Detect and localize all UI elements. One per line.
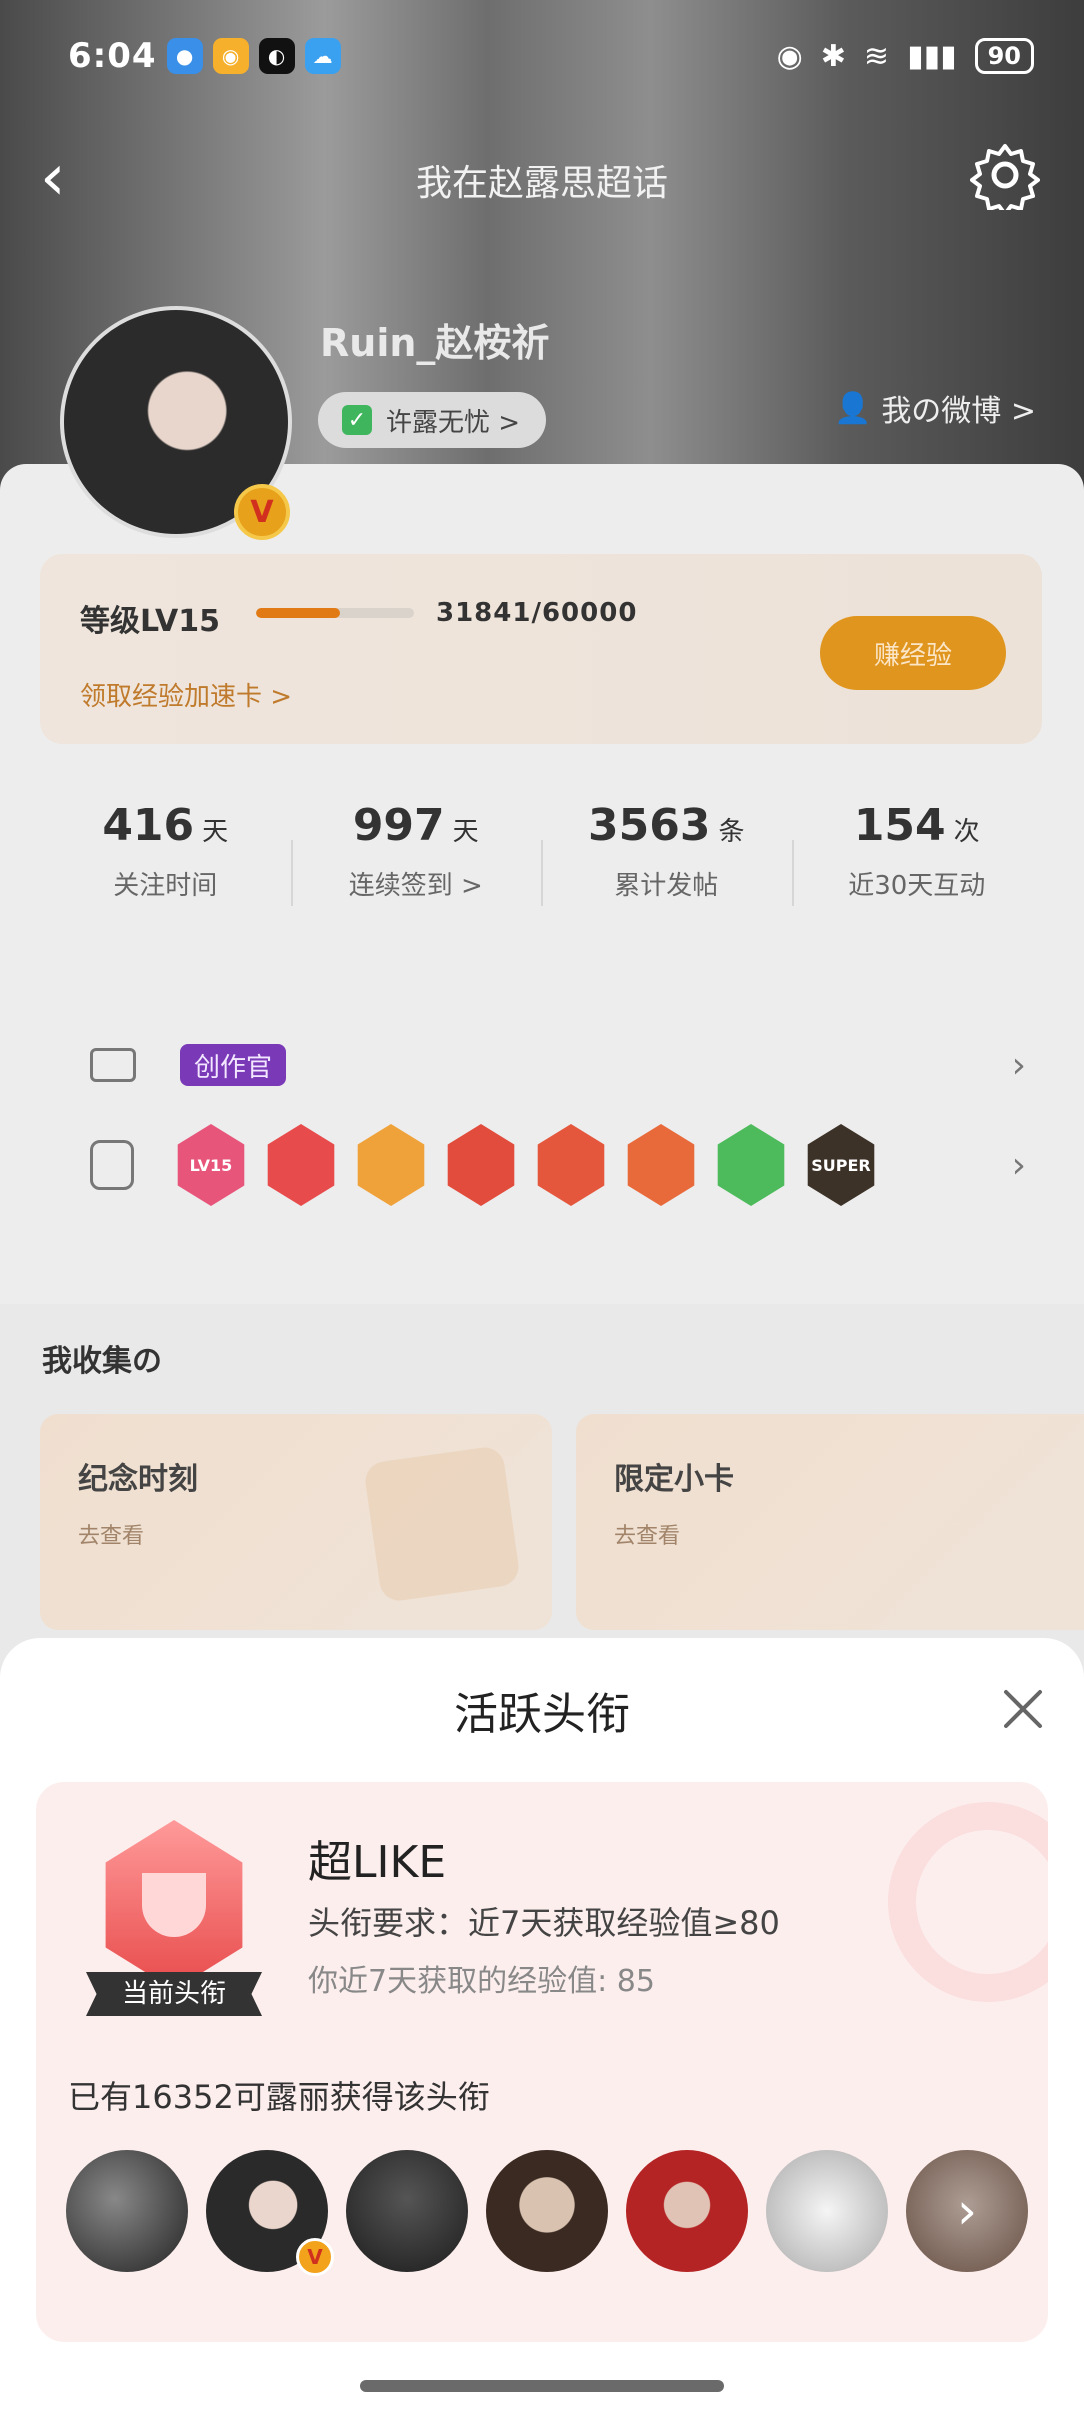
medal-badge[interactable]: [357, 1124, 425, 1206]
collection-card-sub: 去查看: [614, 1524, 681, 1549]
trophy-badge: 当前头衔: [86, 1820, 262, 2020]
stat-number: 154: [853, 800, 946, 851]
chevron-right-icon[interactable]: ›: [906, 2150, 1028, 2272]
watermark-decoration: [888, 1802, 1048, 2002]
stat-unit: 次: [953, 817, 980, 847]
medal-list: LV15 SUPER: [174, 1124, 914, 1206]
level-exp: 31841/60000: [436, 598, 638, 628]
stat-unit: 条: [718, 817, 745, 847]
gear-icon[interactable]: [970, 140, 1040, 210]
holders-avatars: V ›: [66, 2150, 1028, 2276]
my-weibo-label: 我の微博 >: [881, 394, 1036, 429]
avatar[interactable]: [626, 2150, 748, 2272]
chevron-right-icon: ›: [1011, 1044, 1026, 1086]
avatar[interactable]: V: [206, 2150, 334, 2276]
wifi-icon: ≋: [863, 38, 890, 74]
avatar[interactable]: [66, 2150, 188, 2272]
stat-unit: 天: [202, 817, 229, 847]
level-label: 等级LV15: [80, 604, 220, 639]
medals-row[interactable]: LV15 SUPER ›: [90, 1120, 1040, 1210]
medal-badge[interactable]: [267, 1124, 335, 1206]
title-name: 超LIKE: [308, 1837, 447, 1888]
stats-row: 416 天 关注时间 997 天 连续签到 > 3563 条 累计发帖 154 次 近3…: [40, 800, 1042, 940]
stat-label: 近30天互动: [848, 871, 986, 901]
stat-posts: 3563 条 累计发帖: [541, 800, 792, 940]
check-icon: ✓: [342, 405, 372, 435]
medal-badge[interactable]: SUPER: [807, 1124, 875, 1206]
level-progress-bar: [256, 608, 414, 618]
avatar[interactable]: [346, 2150, 468, 2272]
app-notification-icon: ●: [166, 38, 203, 74]
weibo-notification-icon: ◉: [212, 38, 249, 74]
trophy-icon: [105, 1820, 243, 1990]
collection-card-title: 纪念时刻: [78, 1462, 198, 1497]
stat-label: 关注时间: [113, 871, 218, 901]
my-weibo-link[interactable]: 👤 我の微博 >: [834, 386, 1036, 430]
stat-label: 连续签到 >: [348, 871, 483, 901]
badges-card: 创作官 › LV15 SUPER ›: [40, 1010, 1042, 1236]
avatar[interactable]: ›: [906, 2150, 1028, 2272]
cloud-notification-icon: ☁: [304, 38, 341, 74]
stat-number: 997: [352, 800, 445, 851]
stat-number: 416: [102, 800, 195, 851]
medal-icon: [90, 1140, 134, 1190]
top-nav: ‹ 我在赵露思超话: [0, 140, 1084, 220]
calendar-heart-icon: [362, 1444, 522, 1604]
verified-badge: V: [296, 2238, 334, 2276]
status-icons: ◉ ✱ ≋ ▮▮▮ 90: [777, 38, 1034, 74]
close-icon[interactable]: [998, 1684, 1048, 1734]
avatar[interactable]: [766, 2150, 888, 2272]
level-progress-fill: [256, 608, 340, 618]
eye-icon: ◉: [776, 38, 803, 74]
user-icon: 👤: [833, 390, 872, 426]
sheet-title: 活跃头衔: [454, 1689, 630, 1740]
stat-label: 累计发帖: [614, 871, 719, 901]
stat-follow-days: 416 天 关注时间: [40, 800, 291, 940]
status-time: 6:04: [68, 36, 157, 76]
collection-card-sub: 去查看: [78, 1524, 145, 1549]
active-title-sheet: 活跃头衔 当前头衔 超LIKE 头衔要求：近7天获取经验值≥80 你近7天获取的…: [0, 1638, 1084, 2412]
title-detail-card: 当前头衔 超LIKE 头衔要求：近7天获取经验值≥80 你近7天获取的经验值: …: [36, 1782, 1048, 2342]
title-requirement: 头衔要求：近7天获取经验值≥80: [308, 1904, 780, 1942]
stat-unit: 天: [452, 817, 479, 847]
avatar[interactable]: [486, 2150, 608, 2272]
medal-badge[interactable]: [447, 1124, 515, 1206]
page-title: 我在赵露思超话: [415, 163, 668, 204]
signal-icon: ▮▮▮: [907, 38, 957, 74]
qq-notification-icon: ◐: [258, 38, 295, 74]
status-bar: 6:04 ● ◉ ◐ ☁ ◉ ✱ ≋ ▮▮▮ 90: [68, 28, 1034, 84]
bluetooth-icon: ✱: [820, 38, 846, 74]
stat-checkin-days[interactable]: 997 天 连续签到 >: [290, 800, 542, 940]
id-card-icon: [90, 1048, 136, 1082]
stat-interactions: 154 次 近30天互动: [791, 800, 1043, 940]
verified-badge: V: [234, 484, 290, 540]
medal-badge[interactable]: LV15: [177, 1124, 245, 1206]
collection-card-limited[interactable]: 限定小卡 去查看: [576, 1414, 1084, 1630]
my-exp: 你近7天获取的经验值: 85: [308, 1964, 655, 1999]
identity-row[interactable]: 创作官 ›: [90, 1040, 1040, 1090]
collection-title: 我收集の: [42, 1344, 162, 1379]
creator-tag: 创作官: [180, 1044, 287, 1086]
earn-exp-button[interactable]: 赚经验: [820, 616, 1006, 690]
holders-count: 已有16352可露丽获得该头衔: [68, 2078, 490, 2116]
current-title-ribbon: 当前头衔: [86, 1972, 262, 2016]
collection-card-moments[interactable]: 纪念时刻 去查看: [40, 1414, 552, 1630]
medal-badge[interactable]: [627, 1124, 695, 1206]
stat-number: 3563: [588, 800, 711, 851]
collection-card-title: 限定小卡: [614, 1462, 734, 1497]
username: Ruin_赵桉祈: [320, 321, 550, 365]
title-chip-label: 许露无忧 >: [386, 407, 521, 438]
exp-card-link[interactable]: 领取经验加速卡 >: [80, 676, 292, 713]
medal-badge[interactable]: [537, 1124, 605, 1206]
medal-badge[interactable]: [717, 1124, 785, 1206]
home-indicator[interactable]: [360, 2380, 724, 2392]
battery-icon: 90: [974, 38, 1034, 74]
chevron-right-icon: ›: [1011, 1144, 1026, 1186]
title-chip[interactable]: ✓ 许露无忧 >: [318, 392, 547, 448]
